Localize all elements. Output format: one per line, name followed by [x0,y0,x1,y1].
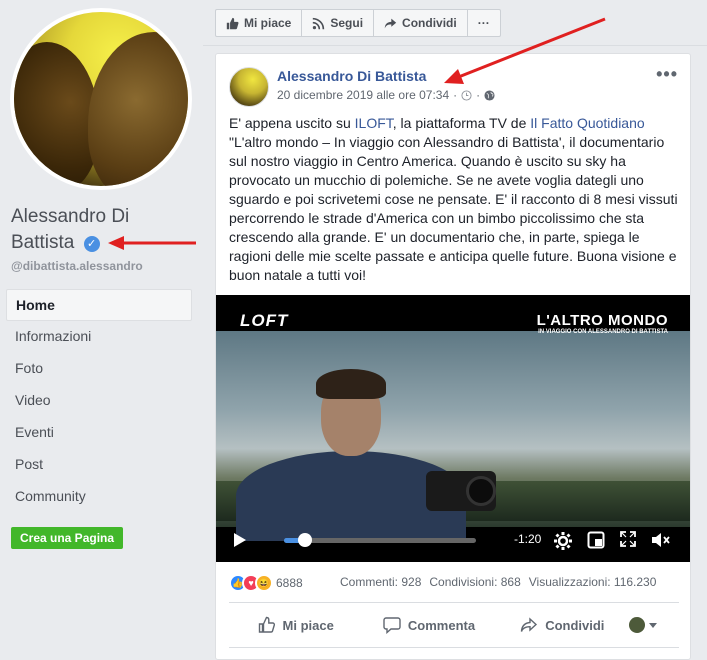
share-label: Condividi [545,617,605,633]
verified-badge-icon: ✓ [83,236,100,252]
user-avatar [628,617,645,633]
post-timestamp[interactable]: 20 dicembre 2019 alle ore 07:34 [277,88,449,102]
comments-count[interactable]: Commenti: 928 [340,575,421,589]
annotation-arrow-top [444,17,606,84]
left-column: Alessandro Di Battista ✓ @dibattista.ale… [0,0,200,660]
nav-item-informazioni[interactable]: Informazioni [6,321,192,353]
profile-picture[interactable] [10,8,192,190]
thumbs-up-icon [258,616,275,633]
like-page-label: Mi piace [244,16,292,30]
comment-button[interactable]: Commenta [362,616,495,634]
post-body: E' appena uscito su ILOFT, la piattaform… [229,115,678,283]
nav-item-home[interactable]: Home [6,289,192,321]
profile-photo [14,12,188,186]
follow-label: Segui [330,16,364,30]
video-title: L'ALTRO MONDO [536,312,668,329]
reaction-count: 6888 [276,576,303,590]
haha-reaction-icon: 😆 [255,574,273,592]
post-options-icon[interactable]: ••• [656,64,678,85]
shares-count[interactable]: Condivisioni: 868 [429,575,520,589]
mute-icon[interactable] [651,531,671,549]
link-iloft[interactable]: ILOFT [355,115,393,131]
time-remaining: -1:20 [514,532,542,546]
share-arrow-icon [521,617,538,632]
nav-item-video[interactable]: Video [6,385,192,417]
post-author-name[interactable]: Alessandro Di Battista [277,68,426,84]
progress-knob[interactable] [298,533,313,547]
loft-logo: LOFT [240,311,289,330]
like-button[interactable]: Mi piace [229,616,362,634]
share-button[interactable]: Condividi [496,616,629,634]
dot-separator: · [476,88,481,102]
post-card: Alessandro Di Battista 20 dicembre 2019 … [215,53,691,660]
settings-gear-icon[interactable] [553,531,573,551]
fullscreen-icon[interactable] [620,531,636,547]
video-controls: -1:20 [216,525,690,555]
video-progress-bar[interactable] [284,533,476,547]
nav-item-post[interactable]: Post [6,449,192,481]
post-meta: 20 dicembre 2019 alle ore 07:34 · · [277,88,495,102]
share-arrow-icon [384,18,397,28]
views-count: Visualizzazioni: 116.230 [528,575,657,589]
create-page-button[interactable]: Crea una Pagina [11,527,124,549]
follow-button[interactable]: Segui [302,10,375,36]
thumbs-up-icon [226,17,239,29]
like-page-button[interactable]: Mi piace [216,10,303,36]
comment-bubble-icon [383,617,401,634]
chevron-down-icon [648,622,657,628]
clock-icon [461,89,472,101]
annotation-arrow-left [108,236,196,250]
post-author-avatar[interactable] [229,67,269,107]
video-player[interactable]: LOFT L'ALTRO MONDO IN VIAGGIO CON ALESSA… [216,295,690,562]
video-frame [216,331,690,541]
reactions-summary[interactable]: 👍 ♥ 😆 6888 [229,574,303,592]
play-icon[interactable] [234,533,246,547]
nav-item-community[interactable]: Community [6,481,192,513]
divider [229,647,679,648]
post-actions: Mi piace Commenta Condividi [229,609,679,641]
divider [229,602,679,603]
page-nav: Home Informazioni Foto Video Eventi Post… [6,289,192,513]
video-subtitle: IN VIAGGIO CON ALESSANDRO DI BATTISTA [538,329,668,335]
post-as-selector[interactable] [628,617,679,633]
picture-in-picture-icon[interactable] [587,531,605,549]
rss-icon [313,17,325,29]
nav-item-foto[interactable]: Foto [6,353,192,385]
post-stats: Commenti: 928 Condivisioni: 868 Visualiz… [340,575,656,589]
dot-separator: · [453,88,458,102]
like-label: Mi piace [282,617,334,633]
video-title-overlay: L'ALTRO MONDO IN VIAGGIO CON ALESSANDRO … [537,312,668,335]
comment-label: Commenta [407,617,476,633]
globe-icon [484,89,495,101]
nav-item-eventi[interactable]: Eventi [6,417,192,449]
link-il-fatto-quotidiano[interactable]: Il Fatto Quotidiano [530,115,644,131]
page-handle[interactable]: @dibattista.alessandro [11,259,143,273]
